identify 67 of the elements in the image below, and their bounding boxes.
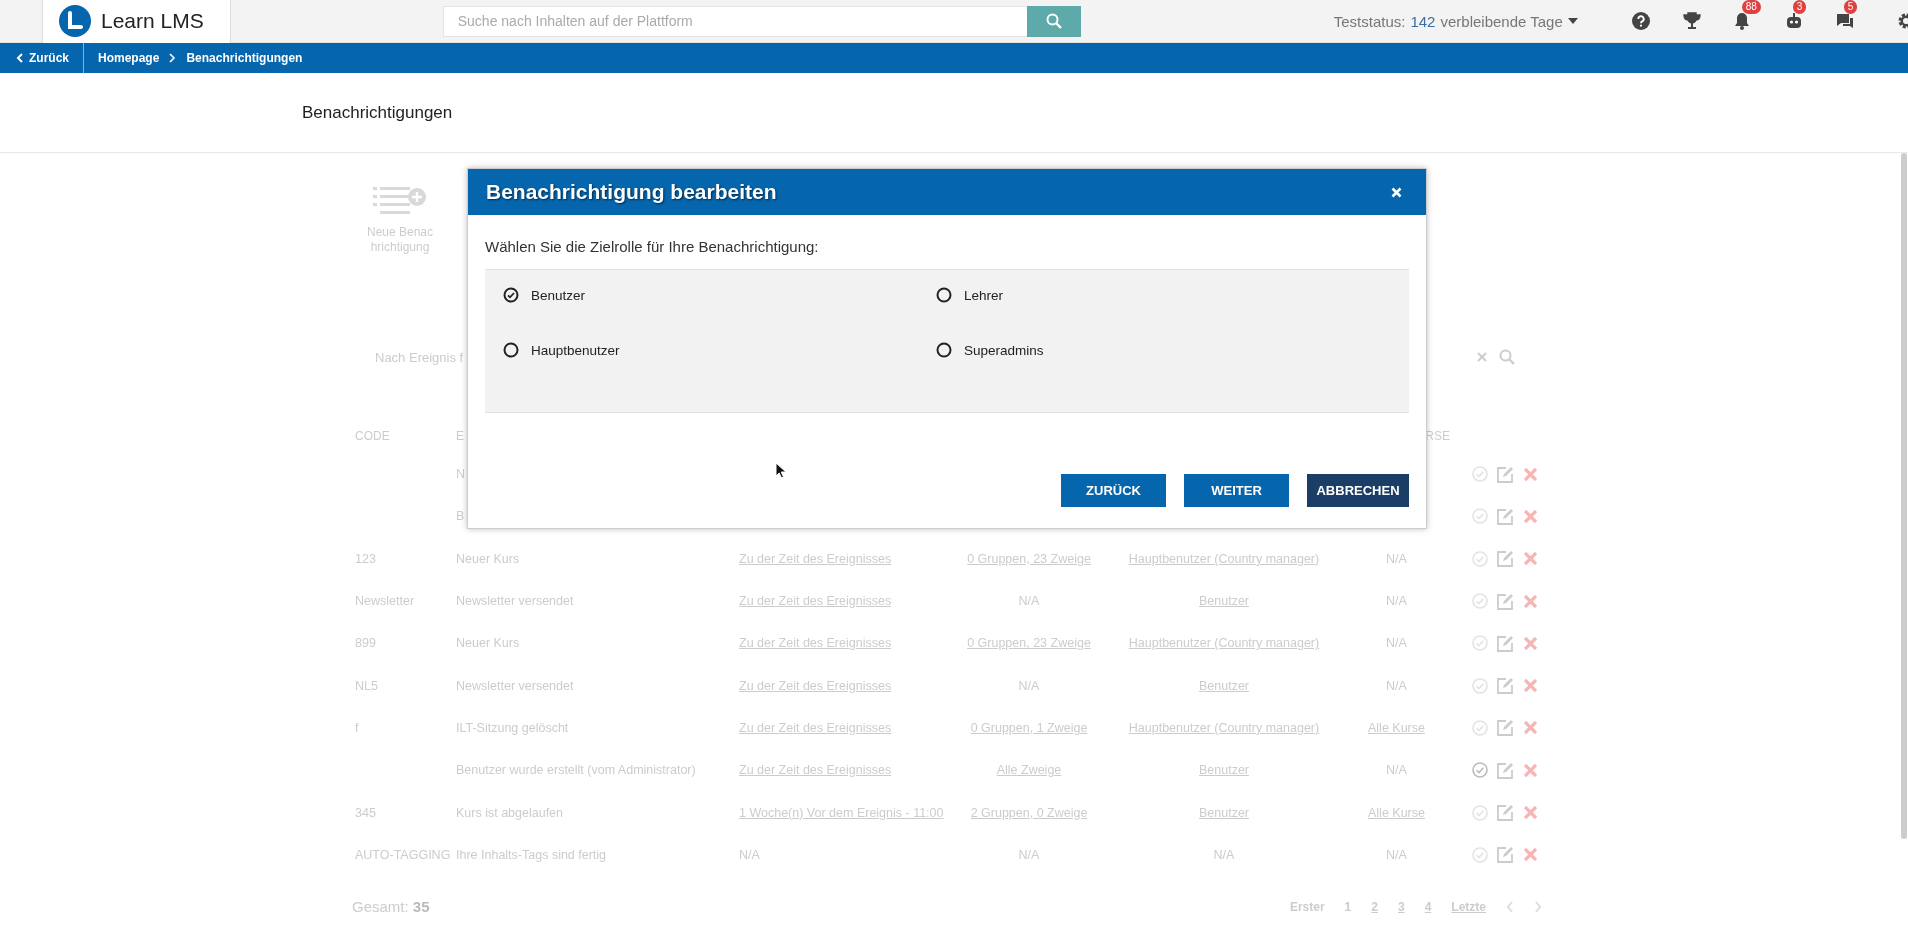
edit-icon[interactable]: [1497, 846, 1514, 864]
chevron-right-icon: [169, 53, 177, 63]
search-button[interactable]: [1026, 5, 1081, 37]
check-circle-icon[interactable]: [1472, 635, 1488, 652]
radio-option[interactable]: Hauptbenutzer: [503, 337, 936, 363]
check-circle-icon[interactable]: [1472, 846, 1488, 863]
add-list-icon: [373, 185, 427, 215]
edit-icon[interactable]: [1497, 592, 1514, 610]
search-field[interactable]: Suche nach Inhalten auf der Plattform: [442, 5, 1027, 37]
chevron-right-icon[interactable]: [1534, 900, 1542, 913]
notification-count: 88: [1741, 0, 1761, 14]
trial-status-dropdown[interactable]: Teststatus: 142 verbleibende Tage: [1333, 12, 1578, 30]
clear-icon[interactable]: [1477, 352, 1487, 362]
delete-icon[interactable]: [1523, 466, 1538, 482]
delete-icon[interactable]: [1523, 551, 1538, 567]
edit-icon[interactable]: [1497, 507, 1514, 525]
dialog-button[interactable]: ZURÜCK: [1061, 474, 1166, 507]
delete-icon[interactable]: [1523, 805, 1538, 820]
check-circle-icon[interactable]: [1472, 804, 1488, 821]
caret-icon: [1567, 18, 1578, 24]
delete-icon[interactable]: [1523, 762, 1538, 778]
check-circle-icon[interactable]: [1472, 593, 1488, 610]
check-circle-icon[interactable]: [1472, 550, 1488, 567]
delete-icon[interactable]: [1523, 508, 1538, 524]
breadcrumb-link[interactable]: Benachrichtigungen: [186, 51, 303, 65]
notification-count: 3: [1792, 0, 1807, 14]
close-icon[interactable]: [1391, 186, 1402, 198]
radio-option[interactable]: Lehrer: [936, 282, 1409, 308]
chat-icon[interactable]: [1835, 12, 1854, 30]
logo-icon[interactable]: [59, 5, 91, 37]
radio-option[interactable]: Benutzer: [503, 282, 936, 308]
check-circle-icon[interactable]: [1472, 466, 1488, 483]
edit-icon[interactable]: [1497, 677, 1514, 695]
robot-icon[interactable]: [1784, 12, 1803, 30]
back-link[interactable]: Zurück: [16, 51, 69, 65]
check-circle-icon[interactable]: [1472, 508, 1488, 525]
chevron-left-icon[interactable]: [1506, 900, 1514, 913]
edit-icon[interactable]: [1497, 804, 1514, 821]
cancel-button[interactable]: ABBRECHEN: [1307, 474, 1409, 507]
delete-icon[interactable]: [1523, 847, 1538, 863]
edit-icon[interactable]: [1497, 550, 1514, 568]
dialog-title: Benachrichtigung bearbeiten: [486, 180, 777, 204]
delete-icon[interactable]: [1523, 720, 1538, 736]
check-circle-icon[interactable]: [1472, 677, 1488, 694]
chevron-left-icon: [16, 53, 23, 63]
dialog-prompt: Wählen Sie die Zielrolle für Ihre Benachrichtigung:: [485, 237, 820, 257]
check-circle-icon[interactable]: [1472, 719, 1488, 736]
help-icon[interactable]: [1631, 12, 1650, 30]
mouse-pointer-icon: [775, 462, 787, 479]
breadcrumb-link[interactable]: Homepage: [98, 51, 160, 65]
check-circle-icon[interactable]: [1472, 762, 1488, 779]
delete-icon[interactable]: [1523, 593, 1538, 609]
delete-icon[interactable]: [1523, 635, 1538, 651]
bell-icon[interactable]: [1733, 12, 1750, 30]
radio-option[interactable]: Superadmins: [936, 337, 1409, 363]
search-icon: [1045, 13, 1062, 29]
edit-icon[interactable]: [1497, 634, 1514, 652]
scrollbar[interactable]: [1901, 153, 1907, 839]
edit-icon[interactable]: [1497, 465, 1514, 483]
edit-icon[interactable]: [1497, 719, 1514, 737]
edit-icon[interactable]: [1497, 761, 1514, 779]
trophy-icon[interactable]: [1682, 12, 1701, 30]
notification-count: 5: [1843, 0, 1858, 14]
dialog-button[interactable]: WEITER: [1184, 474, 1289, 507]
search-icon[interactable]: [1499, 349, 1515, 365]
delete-icon[interactable]: [1523, 678, 1538, 694]
page-title: Benachrichtigungen: [302, 102, 453, 123]
